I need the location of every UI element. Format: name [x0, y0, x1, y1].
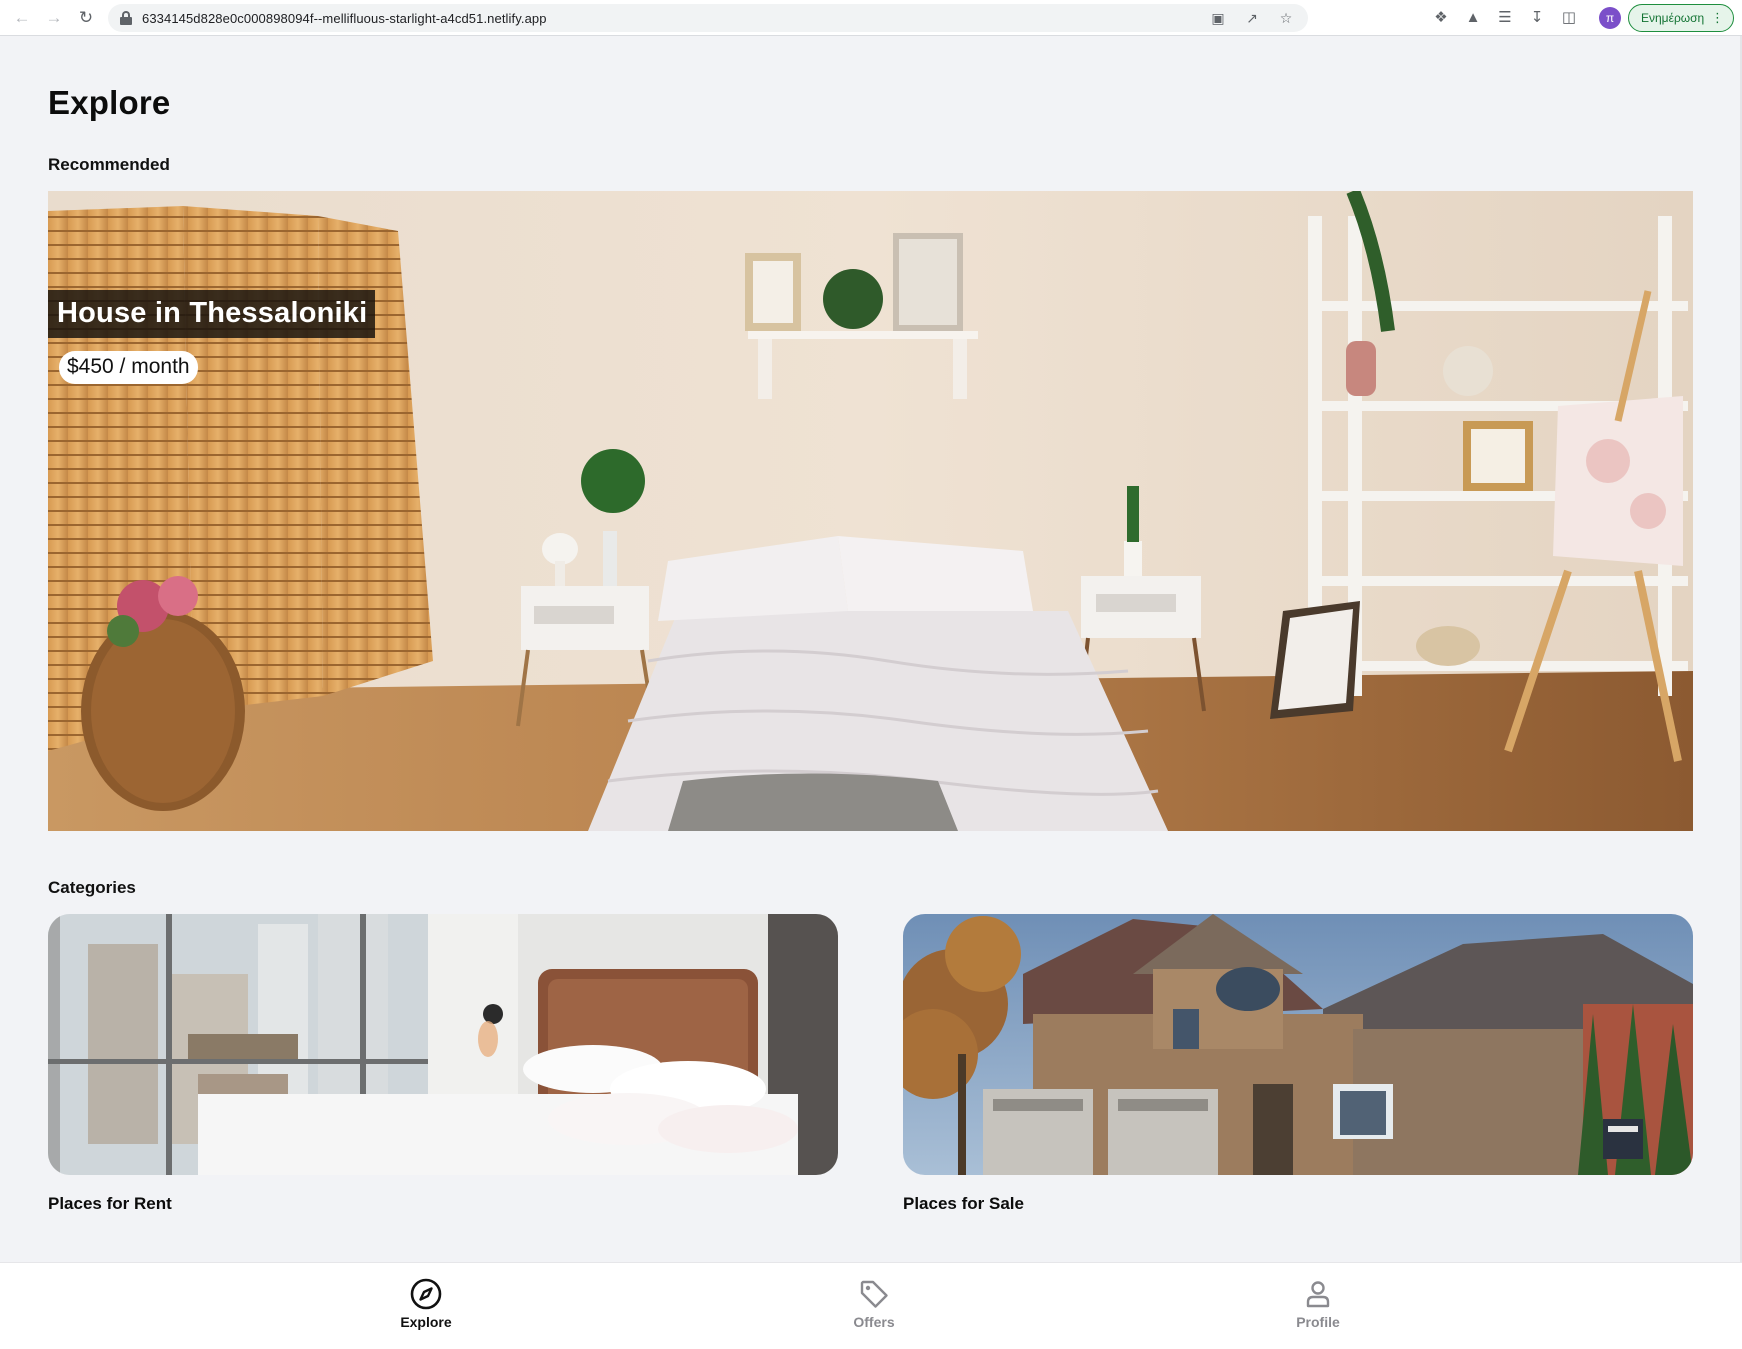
listing-price-badge: $450 / month [59, 351, 198, 384]
listing-title: House in Thessaloniki [48, 290, 376, 338]
tag-icon [860, 1280, 888, 1308]
category-label-sale[interactable]: Places for Sale [903, 1194, 1024, 1214]
recommended-listing-card[interactable]: House in Thessaloniki $450 / month [48, 191, 1693, 831]
update-button-label: Ενημέρωση [1641, 11, 1705, 25]
translate-icon[interactable]: ▣ [1208, 8, 1228, 28]
download-icon[interactable]: ↧ [1526, 6, 1548, 28]
nav-offers-label: Offers [853, 1314, 895, 1330]
bedroom-photo [48, 191, 1693, 831]
compass-icon [410, 1278, 442, 1310]
media-queue-icon[interactable]: ☰ [1494, 6, 1516, 28]
page-title: Explore [48, 84, 171, 121]
side-panel-icon[interactable]: ◫ [1558, 6, 1580, 28]
bedroom-city-view-photo [48, 914, 838, 1175]
back-arrow-icon[interactable]: ← [10, 6, 34, 30]
more-menu-icon[interactable]: ⋮ [1711, 11, 1724, 25]
recommended-heading: Recommended [48, 155, 170, 174]
nav-profile-label: Profile [1296, 1314, 1340, 1330]
category-label-rent[interactable]: Places for Rent [48, 1194, 172, 1214]
lock-icon [120, 11, 132, 25]
nav-profile[interactable]: Profile [1248, 1263, 1388, 1349]
forward-arrow-icon[interactable]: → [42, 6, 66, 30]
nav-offers[interactable]: Offers [804, 1263, 944, 1349]
share-icon[interactable]: ↗ [1242, 8, 1262, 28]
person-icon [1306, 1281, 1330, 1308]
extensions-puzzle-icon[interactable]: ❖ [1430, 6, 1452, 28]
browser-toolbar: ← → ↻ 6334145d828e0c000898094f--melliflu… [0, 0, 1742, 36]
category-card-rent[interactable] [48, 914, 838, 1175]
categories-heading: Categories [48, 878, 136, 897]
bookmark-star-icon[interactable]: ☆ [1276, 8, 1296, 28]
bottom-navigation: Explore Offers Profile [0, 1262, 1742, 1349]
nav-explore-label: Explore [400, 1314, 452, 1330]
profile-avatar[interactable]: π [1599, 7, 1621, 29]
address-bar[interactable]: 6334145d828e0c000898094f--mellifluous-st… [108, 4, 1308, 32]
url-text: 6334145d828e0c000898094f--mellifluous-st… [142, 10, 547, 26]
brick-house-photo [903, 914, 1693, 1175]
update-button[interactable]: Ενημέρωση ⋮ [1628, 4, 1734, 32]
reload-icon[interactable]: ↻ [74, 6, 98, 30]
labs-flask-icon[interactable]: ▲ [1462, 6, 1484, 28]
nav-explore[interactable]: Explore [356, 1263, 496, 1349]
category-card-sale[interactable] [903, 914, 1693, 1175]
